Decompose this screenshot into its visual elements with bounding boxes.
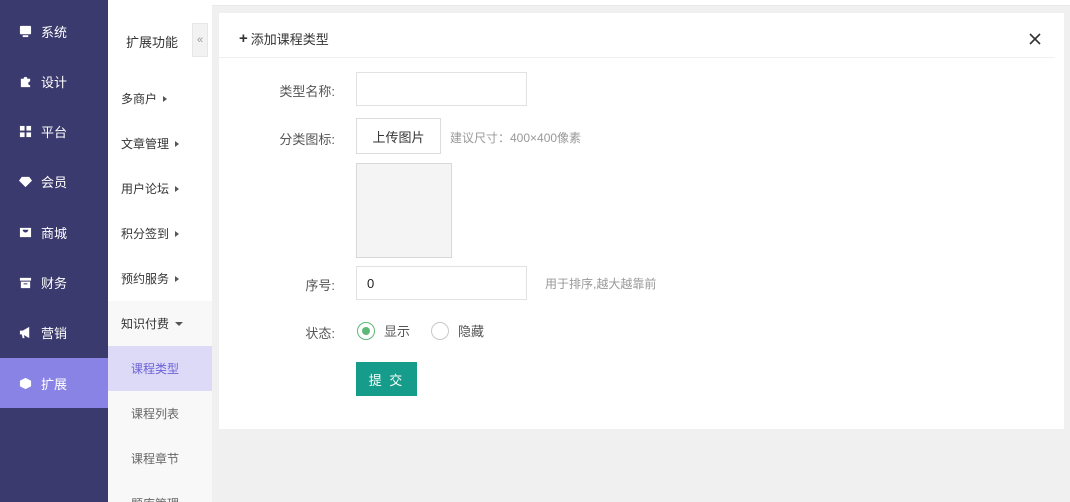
menu-group-points-checkin[interactable]: 积分签到 (108, 211, 212, 256)
menu-group-multi-merchant[interactable]: 多商户 (108, 76, 212, 121)
caret-right-icon (175, 140, 180, 147)
gem-icon (18, 174, 32, 188)
cube-icon (18, 376, 32, 390)
menu-item-question-bank[interactable]: 题库管理 (108, 481, 212, 502)
close-icon[interactable] (1028, 32, 1042, 46)
type-name-input[interactable] (356, 72, 527, 106)
nav-item-member[interactable]: 会员 (0, 156, 108, 206)
megaphone-icon (18, 325, 32, 339)
image-preview[interactable] (356, 163, 452, 258)
order-hint: 用于排序,越大越靠前 (545, 277, 657, 291)
nav-item-label: 平台 (41, 124, 68, 140)
nav-item-design[interactable]: 设计 (0, 56, 108, 106)
add-course-type-panel: + 添加课程类型 类型名称: 分类图标: 上传图片 建议尺寸：400×400像素… (219, 13, 1064, 429)
menu-group-label: 多商户 (121, 92, 158, 106)
caret-right-icon (163, 95, 168, 102)
secondary-sidebar: 扩展功能 « 多商户 文章管理 用户论坛 积分签到 预约服务 知识付费 课程类型… (108, 0, 212, 502)
nav-item-platform[interactable]: 平台 (0, 106, 108, 156)
type-name-label: 类型名称: (279, 84, 335, 99)
caret-right-icon (175, 185, 180, 192)
status-hide-radio[interactable]: 隐藏 (431, 321, 484, 340)
nav-item-label: 营销 (41, 325, 68, 341)
upload-size-hint: 建议尺寸：400×400像素 (450, 131, 582, 145)
plus-icon: + (239, 30, 248, 47)
shop-icon (18, 225, 32, 239)
order-input[interactable] (356, 266, 527, 300)
menu-group-label: 用户论坛 (121, 182, 170, 196)
nav-item-label: 会员 (41, 174, 68, 190)
collapse-button[interactable]: « (192, 23, 208, 57)
category-icon-label: 分类图标: (279, 132, 335, 147)
menu-group-label: 预约服务 (121, 272, 170, 286)
nav-item-extension[interactable]: 扩展 (0, 358, 108, 408)
status-show-radio[interactable]: 显示 (357, 321, 410, 340)
nav-item-label: 财务 (41, 275, 68, 291)
menu-item-course-chapters[interactable]: 课程章节 (108, 436, 212, 481)
nav-item-mall[interactable]: 商城 (0, 207, 108, 257)
submit-button[interactable]: 提 交 (356, 362, 417, 396)
primary-sidebar: 系统 设计 平台 会员 商城 财务 营销 扩展 (0, 0, 108, 502)
caret-right-icon (175, 275, 180, 282)
status-hide-label: 隐藏 (458, 324, 485, 339)
caret-right-icon (175, 230, 180, 237)
nav-item-system[interactable]: 系统 (0, 6, 108, 56)
panel-header: + 添加课程类型 (219, 13, 1055, 58)
panel-title: + 添加课程类型 (239, 29, 329, 48)
menu-group-articles[interactable]: 文章管理 (108, 121, 212, 166)
nav-item-label: 系统 (41, 24, 68, 40)
menu-group-forum[interactable]: 用户论坛 (108, 166, 212, 211)
menu-group-booking[interactable]: 预约服务 (108, 256, 212, 301)
wallet-icon (18, 275, 32, 289)
upload-image-button[interactable]: 上传图片 (356, 118, 441, 154)
menu-group-label: 文章管理 (121, 137, 170, 151)
status-label: 状态: (305, 326, 335, 341)
status-show-label: 显示 (384, 324, 411, 339)
radio-unchecked-icon (431, 321, 449, 340)
menu-item-course-list[interactable]: 课程列表 (108, 391, 212, 436)
caret-down-icon (175, 321, 184, 326)
subbar-title: 扩展功能 (126, 35, 179, 50)
nav-item-finance[interactable]: 财务 (0, 257, 108, 307)
menu-item-course-types[interactable]: 课程类型 (108, 346, 212, 391)
menu-group-label: 积分签到 (121, 227, 170, 241)
puzzle-icon (18, 74, 32, 88)
nav-item-label: 商城 (41, 225, 68, 241)
panel-title-text: 添加课程类型 (250, 32, 329, 47)
menu-group-label: 知识付费 (121, 317, 170, 331)
monitor-icon (18, 24, 32, 38)
grid-icon (18, 124, 32, 138)
order-label: 序号: (305, 278, 335, 293)
radio-checked-icon (357, 321, 375, 340)
nav-item-marketing[interactable]: 营销 (0, 307, 108, 357)
menu-group-paid-knowledge[interactable]: 知识付费 (108, 301, 212, 346)
nav-item-label: 扩展 (41, 376, 68, 392)
top-strip (212, 0, 1070, 6)
nav-item-label: 设计 (41, 74, 68, 90)
